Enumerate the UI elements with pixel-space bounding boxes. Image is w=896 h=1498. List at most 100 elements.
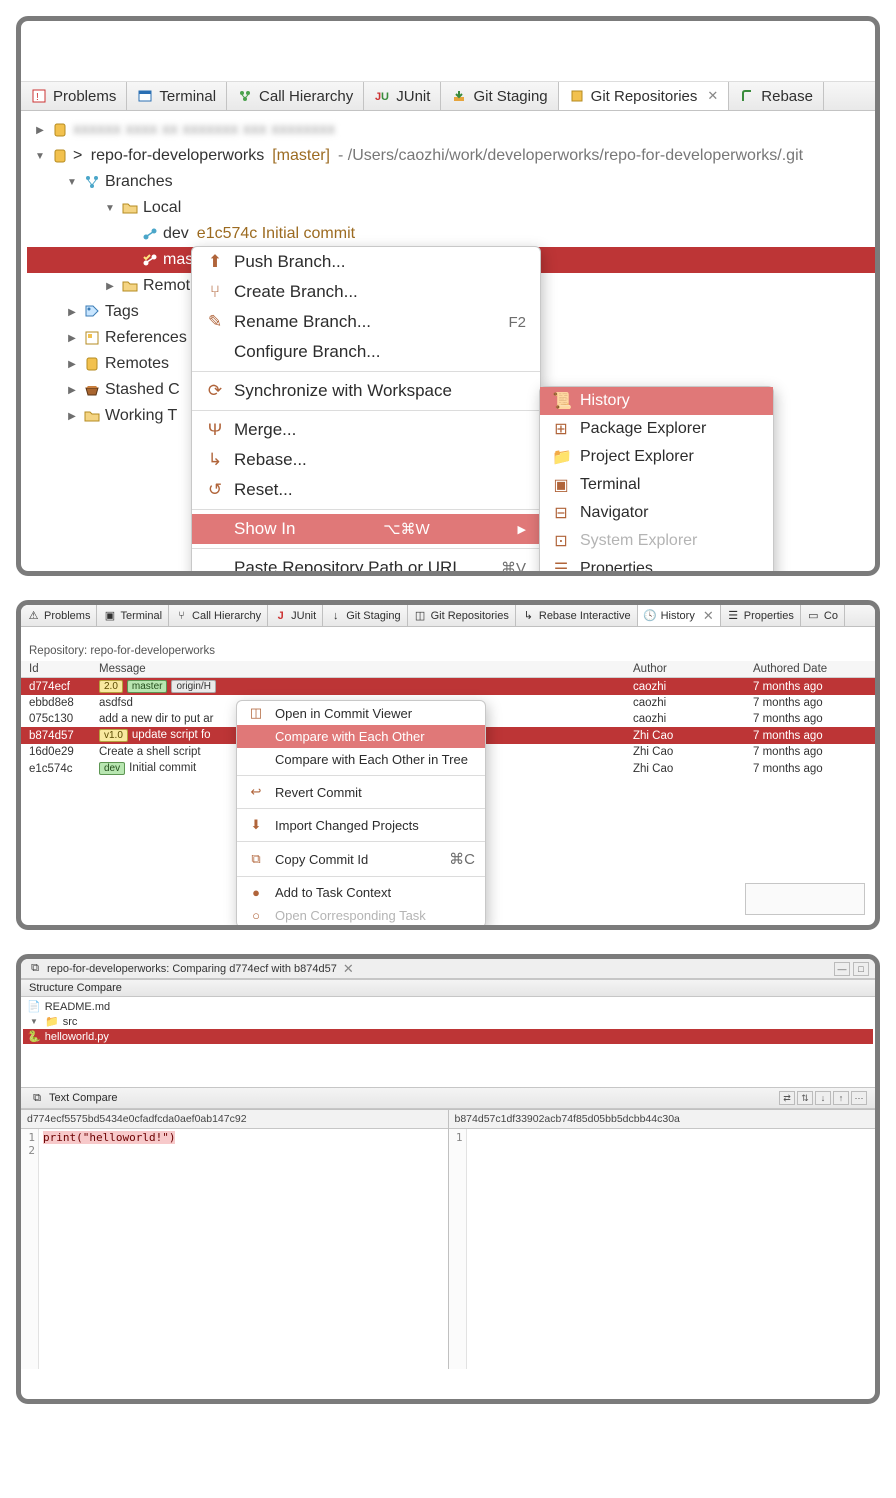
file-row[interactable]: 📄 README.md <box>23 999 873 1014</box>
toolbar-btn[interactable]: ⇄ <box>779 1091 795 1105</box>
menu-add-task-context[interactable]: ● Add to Task Context <box>237 881 485 904</box>
branches-row[interactable]: ▼ Branches <box>27 169 875 195</box>
collapse-icon[interactable]: ▼ <box>27 1017 41 1026</box>
repo-row[interactable]: ▼ > repo-for-developerworks [master] - /… <box>27 143 875 169</box>
ref-pill: 2.0 <box>99 680 123 693</box>
file-row-selected[interactable]: 🐍 helloworld.py <box>23 1029 873 1044</box>
git-repo-icon: ◫ <box>414 609 427 622</box>
structure-tree[interactable]: 📄 README.md ▼ 📁 src 🐍 helloworld.py <box>21 997 875 1087</box>
menu-show-navigator[interactable]: ⊟ Navigator <box>540 499 773 527</box>
tab-problems[interactable]: ! Problems <box>21 82 127 110</box>
menu-show-in[interactable]: Show In ⌥⌘W ▶ <box>192 514 540 544</box>
tab-truncated[interactable]: ▭Co <box>801 605 845 626</box>
table-header: Id Message Author Authored Date <box>21 661 875 678</box>
menu-sync-workspace[interactable]: ⟳ Synchronize with Workspace <box>192 376 540 406</box>
toolbar-btn[interactable]: ↑ <box>833 1091 849 1105</box>
tab-label: JUnit <box>396 88 430 105</box>
menu-rebase[interactable]: ↳ Rebase... <box>192 445 540 475</box>
menu-show-pkg-explorer[interactable]: ⊞ Package Explorer <box>540 415 773 443</box>
menu-create-branch[interactable]: ⑂ Create Branch... <box>192 277 540 307</box>
col-id[interactable]: Id <box>21 661 91 678</box>
menu-configure-branch[interactable]: Configure Branch... <box>192 337 540 367</box>
menu-paste-path[interactable]: Paste Repository Path or URI ⌘V <box>192 553 540 576</box>
expand-icon[interactable]: ▶ <box>103 279 117 294</box>
expand-icon[interactable]: ▶ <box>65 305 79 320</box>
menu-compare-each-other[interactable]: Compare with Each Other <box>237 725 485 748</box>
menu-show-project-explorer[interactable]: 📁 Project Explorer <box>540 443 773 471</box>
tab-label: Terminal <box>159 88 216 105</box>
repo-row-obscured[interactable]: ▶ xxxxxx xxxx xx xxxxxxx xxx xxxxxxxx <box>27 117 875 143</box>
compare-icon: ⧉ <box>29 1090 45 1106</box>
menu-show-history[interactable]: 📜 History <box>540 387 773 415</box>
menu-reset[interactable]: ↺ Reset... <box>192 475 540 505</box>
terminal-icon: ▣ <box>103 609 116 622</box>
menu-separator <box>192 548 540 549</box>
tab-label: Call Hierarchy <box>259 88 353 105</box>
diff-left-body[interactable]: 12 print("helloworld!") <box>21 1129 448 1369</box>
expand-icon[interactable]: ▶ <box>33 123 47 138</box>
tab-rebase[interactable]: Rebase <box>729 82 824 110</box>
local-row[interactable]: ▼ Local <box>27 195 875 221</box>
expand-icon[interactable]: ▶ <box>65 357 79 372</box>
tab-problems[interactable]: ⚠Problems <box>21 605 97 626</box>
menu-show-properties[interactable]: ☰ Properties <box>540 555 773 576</box>
collapse-icon[interactable]: ▼ <box>33 149 47 164</box>
dev-commit: e1c574c Initial commit <box>197 222 355 246</box>
code-area[interactable] <box>467 1129 876 1369</box>
tab-junit[interactable]: JJUnit <box>268 605 323 626</box>
diff-right-body[interactable]: 1 <box>449 1129 876 1369</box>
tab-git-staging[interactable]: ↓Git Staging <box>323 605 407 626</box>
menu-rename-branch[interactable]: ✎ Rename Branch... F2 <box>192 307 540 337</box>
folder-row[interactable]: ▼ 📁 src <box>23 1014 873 1029</box>
editor-tab-bar: ⧉ repo-for-developerworks: Comparing d77… <box>21 959 875 979</box>
tab-git-repositories[interactable]: Git Repositories ✕ <box>559 82 730 110</box>
tab-terminal[interactable]: ▣ Terminal <box>97 605 169 626</box>
properties-icon: ☰ <box>727 609 740 622</box>
tab-git-repositories[interactable]: ◫Git Repositories <box>408 605 516 626</box>
tab-call-hierarchy[interactable]: Call Hierarchy <box>227 82 364 110</box>
git-repositories-panel: ! Problems Terminal Call Hierarchy JU JU… <box>16 16 880 576</box>
tab-rebase-interactive[interactable]: ↳Rebase Interactive <box>516 605 638 626</box>
col-author[interactable]: Author <box>625 661 745 678</box>
toolbar-btn[interactable]: ↓ <box>815 1091 831 1105</box>
menu-show-terminal[interactable]: ▣ Terminal <box>540 471 773 499</box>
code-area[interactable]: print("helloworld!") <box>39 1129 448 1369</box>
collapse-icon[interactable]: ▼ <box>103 201 117 216</box>
maximize-button[interactable]: □ <box>853 962 869 976</box>
menu-label: System Explorer <box>580 532 697 550</box>
menu-import-projects[interactable]: ⬇ Import Changed Projects <box>237 813 485 837</box>
diff-right-pane: b874d57c1df33902acb74f85d05bb5dcbb44c30a… <box>449 1110 876 1369</box>
collapse-icon[interactable]: ▼ <box>65 175 79 190</box>
tab-call-hierarchy[interactable]: ⑂Call Hierarchy <box>169 605 268 626</box>
close-icon[interactable]: ✕ <box>707 88 718 104</box>
tab-history[interactable]: 🕓History✕ <box>638 605 721 626</box>
dev-branch-row[interactable]: dev e1c574c Initial commit <box>27 221 875 247</box>
menu-separator <box>237 876 485 877</box>
local-label: Local <box>143 196 181 220</box>
toolbar-btn[interactable]: ⋯ <box>851 1091 867 1105</box>
tab-properties[interactable]: ☰Properties <box>721 605 801 626</box>
table-row[interactable]: d774ecf2.0masterorigin/Hcaozhi7 months a… <box>21 678 875 696</box>
menu-revert-commit[interactable]: ↩ Revert Commit <box>237 780 485 804</box>
menu-copy-commit-id[interactable]: ⧉ Copy Commit Id ⌘C <box>237 846 485 872</box>
close-icon[interactable]: ✕ <box>703 608 714 624</box>
expand-icon[interactable]: ▶ <box>65 409 79 424</box>
menu-push-branch[interactable]: ⬆ Push Branch... <box>192 247 540 277</box>
tab-label: Terminal <box>120 610 162 622</box>
tab-terminal[interactable]: Terminal <box>127 82 227 110</box>
tab-git-staging[interactable]: Git Staging <box>441 82 558 110</box>
expand-icon[interactable]: ▶ <box>65 383 79 398</box>
tab-junit[interactable]: JU JUnit <box>364 82 441 110</box>
close-icon[interactable]: ✕ <box>343 961 354 977</box>
line-gutter: 12 <box>21 1129 39 1369</box>
minimize-button[interactable]: — <box>834 962 850 976</box>
expand-icon[interactable]: ▶ <box>65 331 79 346</box>
col-message[interactable]: Message <box>91 661 625 678</box>
menu-open-commit-viewer[interactable]: ◫ Open in Commit Viewer <box>237 701 485 725</box>
col-date[interactable]: Authored Date <box>745 661 875 678</box>
menu-label: Open Corresponding Task <box>275 908 426 923</box>
toolbar-btn[interactable]: ⇅ <box>797 1091 813 1105</box>
menu-compare-in-tree[interactable]: Compare with Each Other in Tree <box>237 748 485 771</box>
menu-merge[interactable]: Ψ Merge... <box>192 415 540 445</box>
cell-author: Zhi Cao <box>625 727 745 744</box>
